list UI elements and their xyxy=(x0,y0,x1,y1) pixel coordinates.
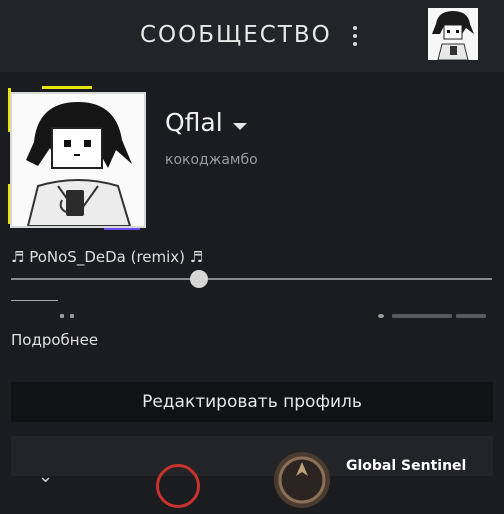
now-playing-track: ♬ PoNoS_DeDa (remix) ♬ xyxy=(11,248,204,266)
glitch-stripe xyxy=(8,88,11,132)
glitch-stripe xyxy=(42,86,92,89)
chevron-down-icon[interactable]: ⌄ xyxy=(38,466,53,487)
level-badge[interactable] xyxy=(156,464,200,508)
profile-avatar-image xyxy=(12,94,144,226)
caret-down-icon xyxy=(232,122,247,130)
slider-track xyxy=(11,278,492,280)
profile-name-dropdown[interactable]: Qflal xyxy=(165,104,247,140)
more-info-link[interactable]: Подробнее xyxy=(11,331,98,349)
page-title: СООБЩЕСТВО xyxy=(140,22,332,48)
clipped-summary-row xyxy=(0,310,504,318)
profile-avatar xyxy=(10,92,146,228)
edit-profile-button[interactable]: Редактировать профиль xyxy=(11,382,493,422)
rank-badge-icon xyxy=(272,450,332,510)
slider-thumb[interactable] xyxy=(189,270,208,288)
avatar-image xyxy=(428,8,478,60)
playback-slider[interactable] xyxy=(11,270,492,290)
profile-avatar-frame[interactable] xyxy=(8,86,148,232)
profile-real-name: кокоджамбо xyxy=(165,152,258,168)
more-options-icon[interactable] xyxy=(348,24,362,48)
top-bar: СООБЩЕСТВО xyxy=(0,0,504,72)
rank-title: Global Sentinel xyxy=(346,458,467,474)
divider xyxy=(11,300,58,301)
user-avatar[interactable] xyxy=(428,8,478,60)
glitch-stripe xyxy=(104,228,140,230)
profile-name: Qflal xyxy=(165,107,223,137)
